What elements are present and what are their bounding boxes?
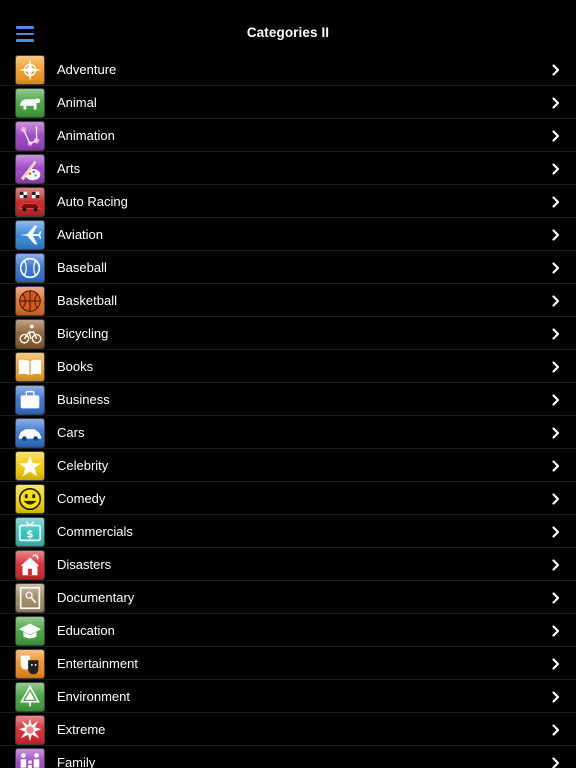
animation-icon	[15, 121, 45, 151]
chevron-right-icon	[550, 393, 562, 407]
chevron-right-icon	[550, 690, 562, 704]
category-list: Adventure Animal Animation Arts Auto Rac…	[0, 53, 576, 768]
theater-masks-icon	[15, 649, 45, 679]
tv-dollar-icon: $	[15, 517, 45, 547]
list-item[interactable]: Disasters	[0, 548, 576, 581]
briefcase-icon	[15, 385, 45, 415]
car-icon	[15, 418, 45, 448]
basketball-icon	[15, 286, 45, 316]
list-item-label: Books	[57, 359, 94, 374]
list-item-label: Animal	[57, 95, 97, 110]
list-item[interactable]: Education	[0, 614, 576, 647]
screen: Categories II Adventure Animal Animation	[0, 0, 576, 768]
list-item-label: Cars	[57, 425, 85, 440]
chevron-right-icon	[550, 756, 562, 768]
list-item-label: Baseball	[57, 260, 107, 275]
list-item-label: Animation	[57, 128, 115, 143]
list-item[interactable]: Family	[0, 746, 576, 768]
list-item[interactable]: Arts	[0, 152, 576, 185]
paint-brush-palette-icon	[15, 154, 45, 184]
chevron-right-icon	[550, 228, 562, 242]
list-item-label: Disasters	[57, 557, 112, 572]
list-item-label: Arts	[57, 161, 81, 176]
list-item[interactable]: Cars	[0, 416, 576, 449]
list-item-label: Aviation	[57, 227, 104, 242]
chevron-right-icon	[550, 459, 562, 473]
graduation-cap-icon	[15, 616, 45, 646]
chevron-right-icon	[550, 624, 562, 638]
chevron-right-icon	[550, 525, 562, 539]
chevron-right-icon	[550, 360, 562, 374]
chevron-right-icon	[550, 96, 562, 110]
list-item[interactable]: Animation	[0, 119, 576, 152]
checkered-flags-car-icon	[15, 187, 45, 217]
list-item[interactable]: Entertainment	[0, 647, 576, 680]
list-item[interactable]: Aviation	[0, 218, 576, 251]
svg-text:$: $	[26, 529, 33, 541]
bear-icon	[15, 88, 45, 118]
list-item[interactable]: Extreme	[0, 713, 576, 746]
list-item[interactable]: Books	[0, 350, 576, 383]
documentary-frame-icon	[15, 583, 45, 613]
list-item[interactable]: Basketball	[0, 284, 576, 317]
chevron-right-icon	[550, 294, 562, 308]
list-item[interactable]: $ Commercials	[0, 515, 576, 548]
baseball-icon	[15, 253, 45, 283]
bicycle-icon	[15, 319, 45, 349]
recycle-tree-icon	[15, 682, 45, 712]
list-item[interactable]: Baseball	[0, 251, 576, 284]
explosion-icon	[15, 715, 45, 745]
list-item[interactable]: Animal	[0, 86, 576, 119]
list-item-label: Entertainment	[57, 656, 138, 671]
navigation-bar: Categories II	[0, 0, 576, 52]
list-item-label: Adventure	[57, 62, 117, 77]
list-item[interactable]: Comedy	[0, 482, 576, 515]
chevron-right-icon	[550, 261, 562, 275]
list-item-label: Family	[57, 755, 96, 768]
list-item-label: Documentary	[57, 590, 135, 605]
chevron-right-icon	[550, 426, 562, 440]
list-item[interactable]: Documentary	[0, 581, 576, 614]
list-item-label: Bicycling	[57, 326, 109, 341]
list-item-label: Auto Racing	[57, 194, 128, 209]
chevron-right-icon	[550, 723, 562, 737]
chevron-right-icon	[550, 492, 562, 506]
smiley-face-icon	[15, 484, 45, 514]
open-book-icon	[15, 352, 45, 382]
chevron-right-icon	[550, 657, 562, 671]
list-item-label: Education	[57, 623, 115, 638]
chevron-right-icon	[550, 63, 562, 77]
list-item[interactable]: Adventure	[0, 53, 576, 86]
airplane-icon	[15, 220, 45, 250]
compass-icon	[15, 55, 45, 85]
list-item[interactable]: Auto Racing	[0, 185, 576, 218]
chevron-right-icon	[550, 195, 562, 209]
chevron-right-icon	[550, 129, 562, 143]
list-item-label: Extreme	[57, 722, 106, 737]
burning-house-icon	[15, 550, 45, 580]
list-item-label: Celebrity	[57, 458, 109, 473]
chevron-right-icon	[550, 591, 562, 605]
list-item[interactable]: Business	[0, 383, 576, 416]
list-item-label: Business	[57, 392, 110, 407]
list-item[interactable]: Environment	[0, 680, 576, 713]
list-item-label: Basketball	[57, 293, 117, 308]
page-title: Categories II	[246, 25, 330, 40]
family-icon	[15, 748, 45, 768]
chevron-right-icon	[550, 558, 562, 572]
list-item[interactable]: Bicycling	[0, 317, 576, 350]
list-item-label: Commercials	[57, 524, 133, 539]
list-item[interactable]: Celebrity	[0, 449, 576, 482]
star-icon	[15, 451, 45, 481]
chevron-right-icon	[550, 162, 562, 176]
list-item-label: Environment	[57, 689, 130, 704]
list-item-label: Comedy	[57, 491, 106, 506]
chevron-right-icon	[550, 327, 562, 341]
